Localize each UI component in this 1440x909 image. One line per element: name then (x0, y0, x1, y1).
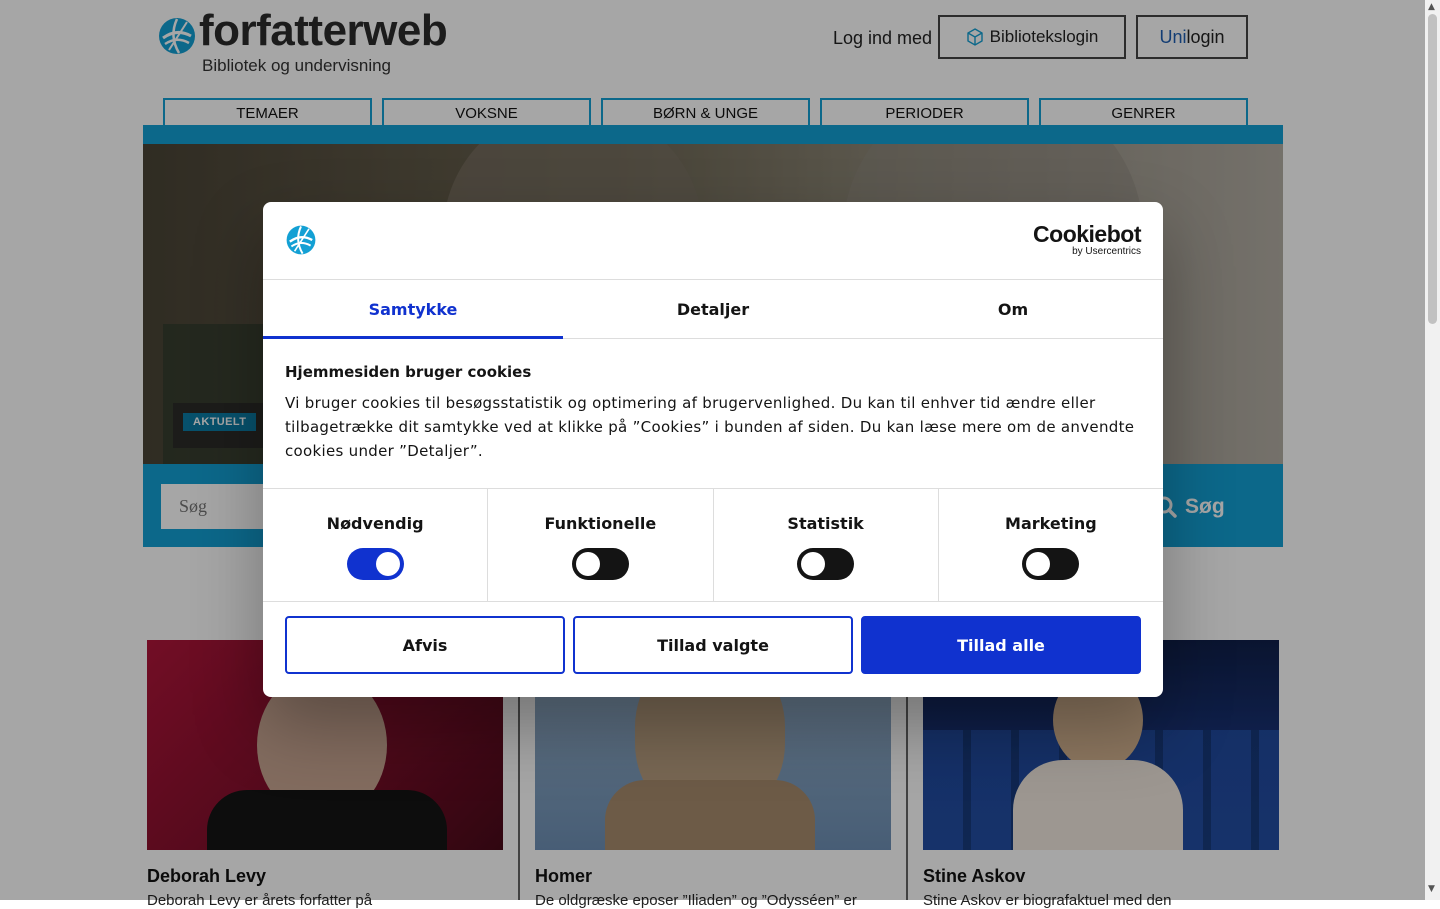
cookiebot-by: by Usercentrics (1072, 246, 1141, 257)
dialog-body: Hjemmesiden bruger cookies Vi bruger coo… (263, 339, 1163, 488)
reject-button[interactable]: Afvis (285, 616, 565, 674)
category-marketing: Marketing (939, 489, 1163, 601)
statistik-toggle[interactable] (797, 548, 855, 580)
dialog-tabs: Samtykke Detaljer Om (263, 280, 1163, 339)
category-label: Funktionelle (544, 514, 657, 533)
dialog-description: Vi bruger cookies til besøgsstatistik og… (285, 394, 1135, 460)
marketing-toggle[interactable] (1022, 548, 1080, 580)
dialog-heading: Hjemmesiden bruger cookies (285, 363, 532, 381)
consent-categories: Nødvendig Funktionelle Statistik Marketi… (263, 488, 1163, 602)
tab-om[interactable]: Om (863, 280, 1163, 338)
dialog-header: Cookiebot by Usercentrics (263, 202, 1163, 280)
category-funktionelle: Funktionelle (488, 489, 714, 601)
cookiebot-logo[interactable]: Cookiebot by Usercentrics (1033, 222, 1141, 257)
category-label: Marketing (1005, 514, 1097, 533)
cookiebot-name: Cookiebot (1033, 221, 1141, 247)
funktionelle-toggle[interactable] (571, 548, 629, 580)
category-statistik: Statistik (714, 489, 939, 601)
allow-all-button[interactable]: Tillad alle (861, 616, 1141, 674)
cookie-consent-dialog: Cookiebot by Usercentrics Samtykke Detal… (263, 202, 1163, 697)
scroll-down-icon[interactable]: ▼ (1428, 884, 1435, 894)
category-nodvendig: Nødvendig (263, 489, 489, 601)
dialog-actions: Afvis Tillad valgte Tillad alle (285, 616, 1141, 674)
category-label: Statistik (787, 514, 864, 533)
tab-detaljer[interactable]: Detaljer (563, 280, 863, 338)
globe-logo-icon (286, 225, 316, 255)
scrollbar-thumb[interactable] (1428, 14, 1437, 324)
category-label: Nødvendig (326, 514, 424, 533)
tab-samtykke[interactable]: Samtykke (263, 280, 563, 339)
allow-selected-button[interactable]: Tillad valgte (573, 616, 853, 674)
nodvendig-toggle[interactable] (346, 548, 404, 580)
scroll-up-icon[interactable]: ▲ (1428, 2, 1435, 12)
